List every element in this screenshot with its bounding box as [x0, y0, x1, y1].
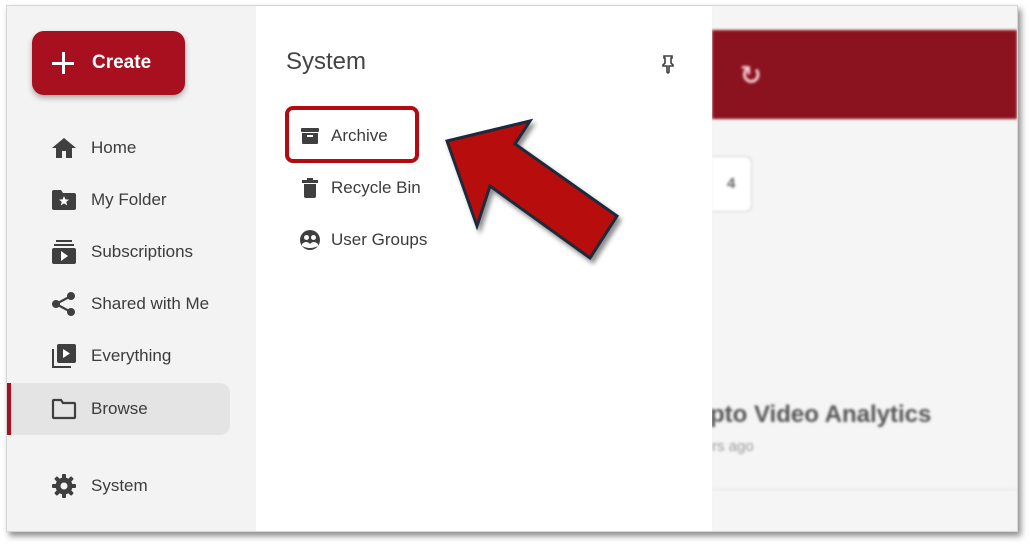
sidebar-item-label: System	[91, 476, 148, 495]
folder-outline-icon	[50, 395, 78, 423]
sidebar-item-label: Home	[91, 138, 137, 157]
sidebar-item-label: Everything	[91, 346, 172, 365]
annotation-arrow	[445, 118, 620, 261]
sidebar-item-shared-with-me[interactable]: Shared with Me	[7, 278, 230, 330]
sidebar-item-home[interactable]: Home	[7, 122, 230, 174]
system-item-label: User Groups	[331, 230, 428, 249]
refresh-icon[interactable]: ↻	[740, 60, 762, 91]
plus-icon	[52, 52, 74, 74]
home-icon	[50, 134, 78, 162]
main-content-background: ↻ 4 pto Video Analytics rs ago	[710, 6, 1017, 531]
sidebar-item-label: Shared with Me	[91, 294, 210, 313]
sidebar: Create Home My Folder Subscriptions Shar	[7, 6, 256, 531]
user-groups-icon	[298, 228, 322, 252]
system-item-label: Recycle Bin	[331, 178, 421, 197]
gear-icon	[50, 472, 78, 500]
app-window: ↻ 4 pto Video Analytics rs ago Create Ho…	[6, 5, 1018, 532]
video-title[interactable]: pto Video Analytics	[710, 401, 931, 429]
create-button-label: Create	[92, 52, 152, 73]
annotation-highlight-box	[285, 106, 419, 163]
pagination-page-button[interactable]: 4	[712, 156, 752, 212]
subscriptions-icon	[50, 238, 78, 266]
main-header: ↻	[712, 30, 1017, 119]
folder-star-icon	[50, 186, 78, 214]
create-button[interactable]: Create	[32, 31, 185, 95]
trash-icon	[298, 176, 322, 200]
sidebar-item-browse[interactable]: Browse	[7, 383, 230, 435]
share-icon	[50, 290, 78, 318]
sidebar-item-subscriptions[interactable]: Subscriptions	[7, 226, 230, 278]
sidebar-item-label: Subscriptions	[91, 242, 194, 261]
sidebar-item-label: My Folder	[91, 190, 167, 209]
pin-icon[interactable]	[658, 54, 678, 75]
divider	[712, 489, 1017, 490]
panel-title: System	[286, 48, 367, 75]
video-timestamp: rs ago	[712, 438, 754, 455]
sidebar-item-everything[interactable]: Everything	[7, 330, 230, 382]
pagination-page-number: 4	[727, 175, 736, 192]
sidebar-item-system[interactable]: System	[7, 460, 230, 512]
sidebar-item-my-folder[interactable]: My Folder	[7, 174, 230, 226]
video-library-icon	[50, 342, 78, 370]
sidebar-item-label: Browse	[91, 399, 148, 418]
